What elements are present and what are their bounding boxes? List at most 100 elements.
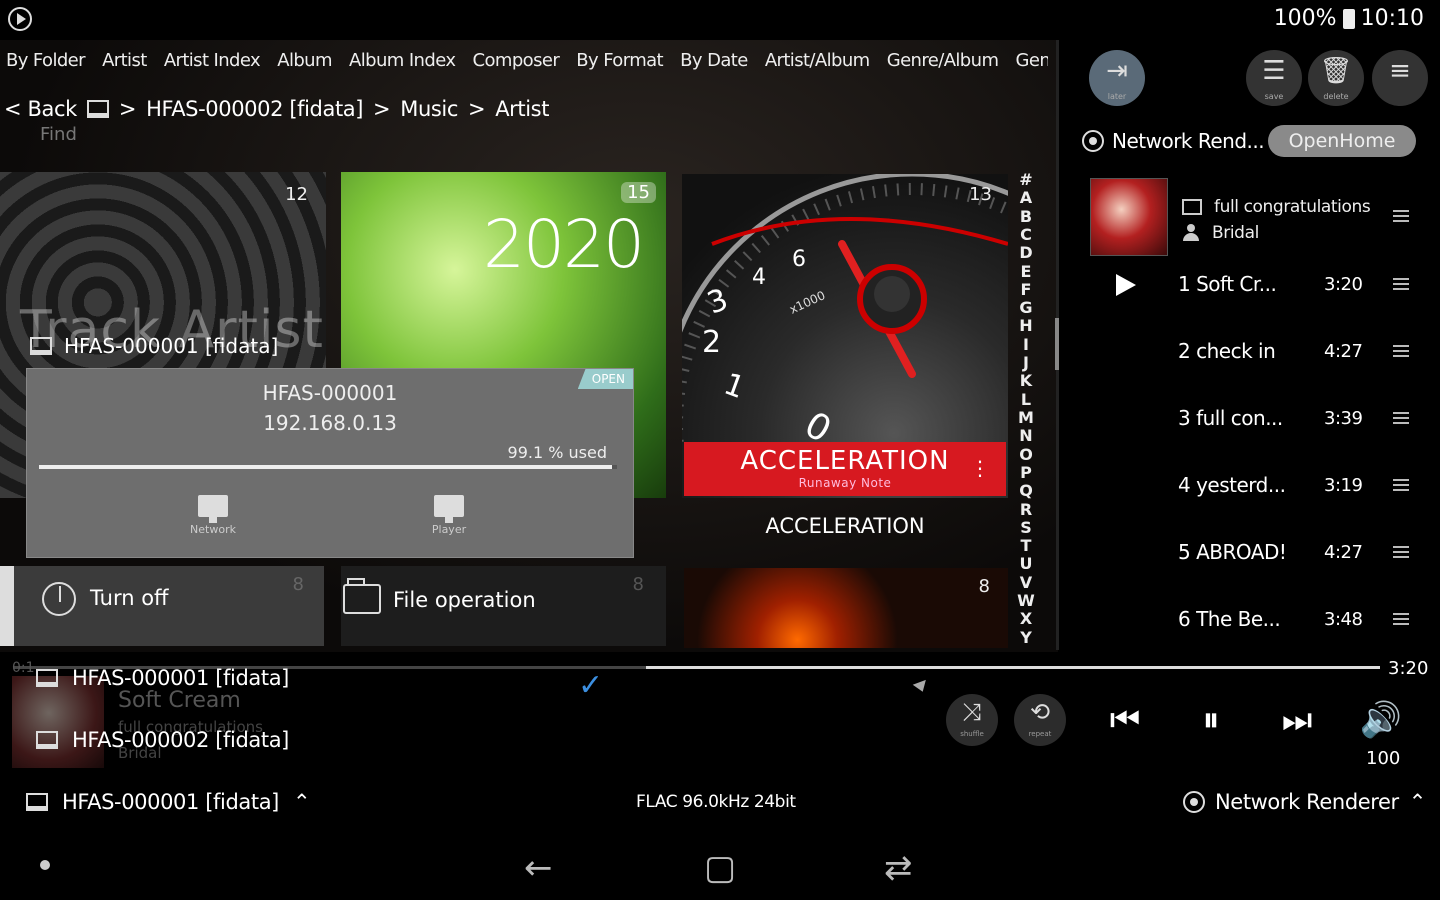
- breadcrumb-music[interactable]: Music: [400, 97, 458, 121]
- speedometer-artwork: 3 2 1 0 4 6 x1000: [682, 174, 1008, 444]
- tab-genre-album[interactable]: Genre/Album: [887, 50, 999, 71]
- banner-title: ACCELERATION: [740, 446, 950, 476]
- tab-album-index[interactable]: Album Index: [349, 50, 456, 71]
- shuffle-button[interactable]: ⤨ shuffle: [946, 694, 998, 746]
- file-operation-button[interactable]: 8 File operation: [341, 566, 666, 646]
- alphabet-index-letter[interactable]: B: [1020, 207, 1032, 226]
- drag-handle-icon[interactable]: [1393, 479, 1409, 491]
- alphabet-index-letter[interactable]: X: [1020, 609, 1033, 628]
- tab-composer[interactable]: Composer: [473, 50, 560, 71]
- tab-by-format[interactable]: By Format: [576, 50, 663, 71]
- alphabet-index-letter[interactable]: K: [1020, 371, 1033, 390]
- tab-artist-album[interactable]: Artist/Album: [765, 50, 870, 71]
- selection-accent: [0, 566, 14, 646]
- album-cover: [1090, 178, 1168, 256]
- alphabet-index-letter[interactable]: W: [1017, 591, 1035, 610]
- drag-handle-icon[interactable]: [1393, 210, 1409, 222]
- openhome-button[interactable]: OpenHome: [1268, 125, 1416, 157]
- trash-icon: 🗑: [1319, 56, 1353, 86]
- alphabet-index-letter[interactable]: R: [1020, 500, 1032, 519]
- alphabet-index-letter[interactable]: M: [1018, 408, 1034, 427]
- nav-back-button[interactable]: ←: [524, 848, 553, 888]
- panel-divider-handle[interactable]: [1055, 318, 1059, 370]
- alphabet-index-letter[interactable]: U: [1020, 554, 1033, 573]
- alphabet-index-letter[interactable]: G: [1019, 298, 1032, 317]
- home-square-icon: ▢: [704, 848, 737, 888]
- server-selector[interactable]: HFAS-000001 [fidata] ⌃: [26, 790, 311, 814]
- computer-icon[interactable]: [86, 100, 109, 118]
- nav-home-button[interactable]: ▢: [704, 848, 736, 888]
- back-button[interactable]: < Back: [4, 97, 77, 121]
- device-list-label: HFAS-000001 [fidata]: [72, 666, 289, 690]
- renderer-name[interactable]: Network Rend...: [1112, 129, 1264, 153]
- tab-album[interactable]: Album: [277, 50, 332, 71]
- artist-tile-acceleration[interactable]: 3 2 1 0 4 6 x1000 13 ACCELERATION Runawa…: [682, 174, 1008, 498]
- alphabet-index-letter[interactable]: T: [1021, 536, 1032, 555]
- device-list-item[interactable]: HFAS-000002 [fidata]: [36, 728, 289, 752]
- pause-button[interactable]: ⏸: [1186, 698, 1236, 742]
- tab-genre-artist[interactable]: Genre/A: [1016, 50, 1048, 71]
- device-list-item[interactable]: HFAS-000001 [fidata]: [36, 666, 289, 690]
- alphabet-index-letter[interactable]: J: [1022, 353, 1029, 372]
- track-row[interactable]: 4 yesterd... 3:19: [1100, 465, 1420, 505]
- tab-artist-index[interactable]: Artist Index: [164, 50, 261, 71]
- breadcrumb-server[interactable]: HFAS-000002 [fidata]: [146, 97, 363, 121]
- alphabet-index-letter[interactable]: I: [1023, 335, 1029, 354]
- alphabet-index-letter[interactable]: #: [1019, 170, 1032, 189]
- tab-by-date[interactable]: By Date: [680, 50, 748, 71]
- drag-handle-icon[interactable]: [1393, 613, 1409, 625]
- alphabet-index-letter[interactable]: Q: [1019, 481, 1033, 500]
- volume-button[interactable]: 🔊: [1356, 698, 1406, 742]
- turn-off-button[interactable]: 8 Turn off: [14, 566, 324, 646]
- tab-by-folder[interactable]: By Folder: [6, 50, 86, 71]
- track-duration: 3:48: [1324, 609, 1363, 630]
- alphabet-index[interactable]: #ABCDEFGHIJKLMNOPQRSTUVWXY: [1016, 170, 1036, 646]
- alphabet-index-letter[interactable]: E: [1021, 262, 1032, 281]
- player-button[interactable]: Player: [409, 495, 489, 536]
- banner-subtitle: Runaway Note: [798, 476, 892, 490]
- drag-handle-icon[interactable]: [1393, 412, 1409, 424]
- alphabet-index-letter[interactable]: P: [1020, 463, 1032, 482]
- network-button[interactable]: Network: [173, 495, 253, 536]
- alphabet-index-letter[interactable]: A: [1020, 188, 1033, 207]
- album-artist: Bridal: [1212, 223, 1259, 243]
- later-button[interactable]: ⇥ later: [1089, 50, 1145, 106]
- delete-button[interactable]: 🗑 delete: [1308, 50, 1364, 106]
- previous-button[interactable]: ⏮: [1100, 698, 1150, 742]
- alphabet-index-letter[interactable]: D: [1019, 243, 1032, 262]
- tile-menu-button[interactable]: ⋮: [970, 456, 990, 480]
- alphabet-index-letter[interactable]: Y: [1019, 628, 1032, 646]
- menu-button[interactable]: ≡: [1372, 50, 1428, 106]
- alphabet-index-letter[interactable]: N: [1019, 426, 1032, 445]
- track-row[interactable]: 2 check in 4:27: [1100, 331, 1420, 371]
- device-popup-header[interactable]: HFAS-000001 [fidata]: [30, 334, 278, 358]
- tab-artist[interactable]: Artist: [102, 50, 147, 71]
- track-row[interactable]: 5 ABROAD! 4:27: [1100, 532, 1420, 572]
- track-number: 5: [1178, 540, 1191, 564]
- drag-handle-icon[interactable]: [1393, 345, 1409, 357]
- nav-dot-icon[interactable]: [40, 860, 50, 870]
- save-label: save: [1264, 92, 1284, 101]
- save-button[interactable]: ☰ save: [1246, 50, 1302, 106]
- track-row[interactable]: 3 full con... 3:39: [1100, 398, 1420, 438]
- artist-tile-fire[interactable]: 8: [684, 568, 1008, 648]
- next-button[interactable]: ⏭: [1272, 698, 1322, 742]
- track-duration: 3:39: [1324, 408, 1363, 429]
- alphabet-index-letter[interactable]: F: [1021, 280, 1032, 299]
- search-field-ghost[interactable]: Find: [40, 124, 77, 140]
- renderer-dropdown[interactable]: Network Renderer ⌃: [1182, 790, 1426, 814]
- shuffle-icon: ⤨: [962, 698, 982, 726]
- alphabet-index-letter[interactable]: L: [1021, 390, 1031, 409]
- alphabet-index-letter[interactable]: O: [1019, 445, 1033, 464]
- repeat-button[interactable]: ⟲ repeat: [1014, 694, 1066, 746]
- nav-recents-button[interactable]: ⇄: [884, 848, 913, 888]
- skip-next-icon: ⏭: [1281, 700, 1313, 740]
- alphabet-index-letter[interactable]: S: [1020, 518, 1032, 537]
- track-row[interactable]: 1 Soft Cr... 3:20: [1100, 264, 1420, 304]
- drag-handle-icon[interactable]: [1393, 278, 1409, 290]
- drag-handle-icon[interactable]: [1393, 546, 1409, 558]
- track-row[interactable]: 6 The Be... 3:48: [1100, 599, 1420, 639]
- alphabet-index-letter[interactable]: H: [1019, 316, 1032, 335]
- alphabet-index-letter[interactable]: V: [1020, 573, 1033, 592]
- alphabet-index-letter[interactable]: C: [1020, 225, 1032, 244]
